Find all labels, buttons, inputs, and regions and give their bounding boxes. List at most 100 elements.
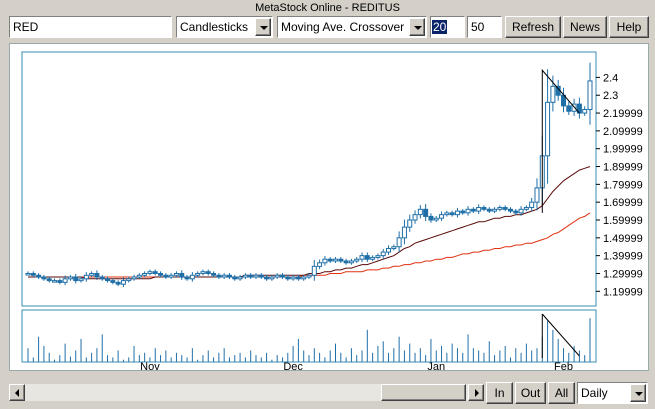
candle: [242, 273, 248, 280]
zoom-out-button[interactable]: Out: [515, 382, 546, 404]
candle-body: [327, 258, 333, 262]
candle-body: [168, 274, 174, 278]
candle-body: [322, 258, 328, 264]
horizontal-scrollbar[interactable]: [9, 384, 484, 401]
candle-body: [582, 108, 588, 114]
candle-body: [470, 208, 476, 212]
zoom-in-button[interactable]: In: [486, 382, 513, 404]
candle-body: [502, 207, 508, 210]
candle-body: [195, 272, 201, 276]
chart-panel[interactable]: 2.4 2.3 2.19999 2.09999 1.99999 1.89999 1.7999…: [9, 43, 649, 371]
candle-body: [523, 207, 529, 210]
candle: [216, 273, 222, 280]
interval-select[interactable]: Daily: [577, 382, 648, 404]
candle-body: [444, 212, 450, 216]
y-tick-label: 1.29999: [603, 268, 643, 280]
y-tick-label: 2.3: [603, 90, 618, 102]
candle-body: [173, 272, 179, 276]
candle: [73, 273, 79, 284]
refresh-button[interactable]: Refresh: [505, 16, 561, 38]
candle: [333, 257, 339, 263]
candle-body: [375, 255, 381, 258]
symbol-input[interactable]: RED: [9, 16, 172, 38]
y-tick-label: 2.09999: [603, 126, 643, 138]
candle-body: [57, 280, 63, 283]
scroll-left-icon[interactable]: [9, 384, 25, 401]
candle-body: [152, 271, 158, 274]
interval-dropdown-icon[interactable]: [630, 384, 646, 402]
y-tick-label: 1.59999: [603, 215, 643, 227]
candle-body: [94, 272, 100, 278]
x-tick-label: Jan: [427, 361, 445, 370]
fast-period-input[interactable]: 20: [430, 16, 465, 38]
candle: [25, 271, 31, 276]
interval-value: Daily: [578, 383, 629, 403]
candle-body: [465, 208, 471, 214]
candle: [226, 273, 232, 280]
candle-body: [41, 276, 47, 280]
candle-body: [311, 265, 317, 276]
indicator-select[interactable]: Moving Ave. Crossover: [277, 16, 427, 38]
candle-body: [295, 276, 301, 280]
candle-body: [46, 278, 52, 282]
candle-body: [518, 208, 524, 214]
candle-body: [407, 219, 413, 228]
candle: [343, 258, 349, 265]
candle: [476, 204, 482, 214]
candle-body: [587, 80, 593, 110]
candle: [258, 273, 264, 280]
candle: [184, 274, 190, 281]
candle: [370, 255, 376, 262]
candle-body: [476, 207, 482, 212]
candle: [41, 274, 47, 281]
candle: [322, 256, 328, 266]
candle: [523, 205, 529, 212]
candle-body: [126, 278, 132, 282]
show-all-button[interactable]: All: [548, 382, 575, 404]
candle: [407, 214, 413, 232]
candle-body: [62, 278, 68, 283]
candle-body: [226, 274, 232, 278]
candle-body: [30, 272, 36, 276]
candle: [142, 271, 148, 278]
y-tick-label: 2.4: [603, 72, 618, 84]
candle: [274, 273, 280, 280]
help-button[interactable]: Help: [609, 16, 649, 38]
candle: [36, 273, 42, 280]
candle: [454, 207, 460, 218]
candle-body: [454, 210, 460, 216]
candle: [354, 257, 360, 263]
candle: [391, 244, 397, 251]
slow-period-input[interactable]: 50: [467, 16, 502, 38]
x-tick-label: Dec: [283, 361, 303, 370]
candle: [163, 273, 169, 280]
indicator-dropdown-icon[interactable]: [409, 18, 425, 36]
candle: [386, 245, 392, 255]
scroll-thumb[interactable]: [381, 384, 466, 401]
candle-body: [211, 272, 217, 276]
chart-type-select[interactable]: Candlesticks: [176, 16, 273, 38]
candle: [126, 276, 132, 283]
candle: [566, 101, 572, 116]
candle-body: [386, 248, 392, 253]
ma-fast-line: [28, 166, 591, 280]
candle-body: [449, 212, 455, 216]
candle: [460, 208, 466, 215]
candle-body: [348, 260, 354, 264]
candle: [492, 207, 498, 214]
candle-body: [89, 272, 95, 276]
scroll-right-icon[interactable]: [468, 384, 484, 401]
candle-body: [52, 280, 58, 283]
candle: [99, 274, 105, 281]
x-tick-label: Nov: [140, 361, 160, 370]
candle: [158, 271, 164, 278]
candle-body: [179, 272, 185, 278]
chart-type-dropdown-icon[interactable]: [255, 18, 271, 36]
candle: [205, 269, 211, 276]
candle: [507, 207, 513, 214]
candle-body: [258, 274, 264, 278]
candle-body: [99, 276, 105, 280]
chart-type-value: Candlesticks: [177, 17, 254, 37]
news-button[interactable]: News: [563, 16, 607, 38]
candle-body: [253, 274, 259, 278]
